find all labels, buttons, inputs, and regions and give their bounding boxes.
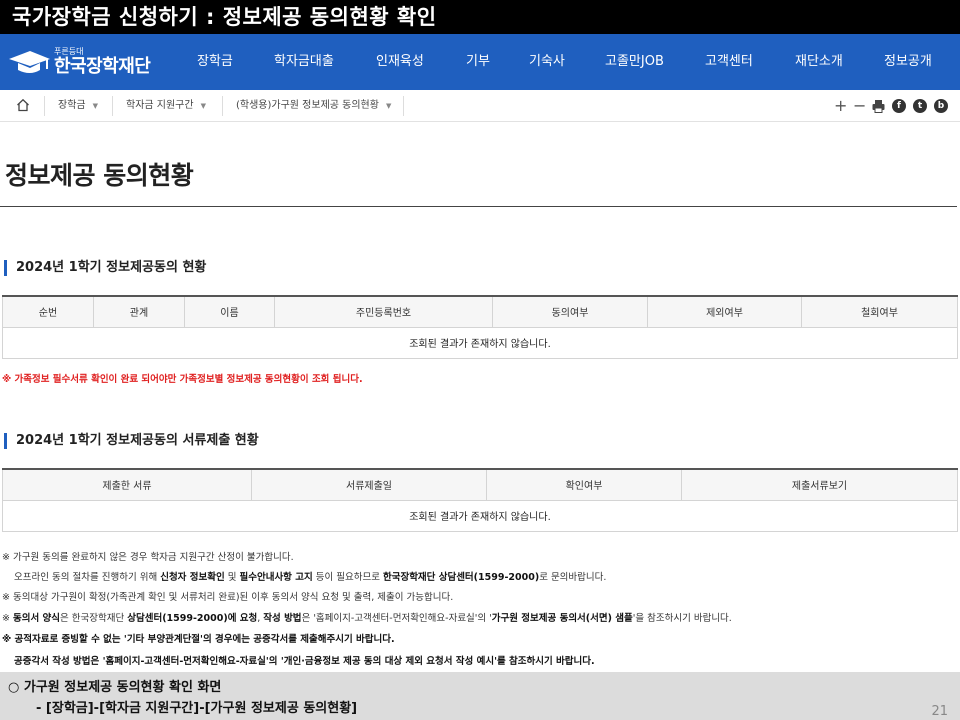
slide-title: 국가장학금 신청하기 : 정보제공 동의현황 확인 xyxy=(0,0,960,34)
column-header: 이름 xyxy=(184,295,275,328)
title-divider xyxy=(0,206,957,207)
breadcrumb-consent-status[interactable]: (학생용)가구원 정보제공 동의현황 ▼ xyxy=(236,90,391,122)
column-header: 관계 xyxy=(93,295,185,328)
table-header-row: 순번 관계 이름 주민등록번호 동의여부 제외여부 철회여부 xyxy=(2,295,958,328)
empty-result-message: 조회된 결과가 존재하지 않습니다. xyxy=(2,499,958,532)
logo-title: 한국장학재단 xyxy=(54,55,151,77)
notice-item: ※ 동의서 양식은 한국장학재단 상담센터(1599-2000)에 요청, 작성… xyxy=(2,613,732,624)
column-header: 제출한 서류 xyxy=(2,468,252,501)
print-icon[interactable] xyxy=(872,99,885,113)
slide-caption: ○ 가구원 정보제공 동의현황 확인 화면 - [장학금]-[학자금 지원구간]… xyxy=(0,672,960,720)
table-row: 조회된 결과가 존재하지 않습니다. xyxy=(2,326,958,359)
notice-item: 공증각서 작성 방법은 '홈페이지-고객센터-먼저확인해요-자료실'의 '개인·… xyxy=(14,656,595,667)
notice-item: ※ 동의대상 가구원이 확정(가족관계 확인 및 서류처리 완료)된 이후 동의… xyxy=(2,592,454,603)
notice-item: ※ 가구원 동의를 완료하지 않은 경우 학자금 지원구간 산정이 불가합니다. xyxy=(2,552,294,563)
breadcrumb-scholarship[interactable]: 장학금 ▼ xyxy=(58,90,98,122)
breadcrumb-divider xyxy=(222,96,223,116)
document-submission-table: 제출한 서류 서류제출일 확인여부 제출서류보기 조회된 결과가 존재하지 않습… xyxy=(2,468,958,532)
menu-scholarship[interactable]: 장학금 xyxy=(197,34,233,90)
section-title-document-submission: 2024년 1학기 정보제공동의 서류제출 현황 xyxy=(4,433,259,449)
breadcrumb-support-bracket[interactable]: 학자금 지원구간 ▼ xyxy=(126,90,206,122)
column-header: 확인여부 xyxy=(486,468,682,501)
column-header: 철회여부 xyxy=(801,295,958,328)
notice-item: ※ 공적자료로 증빙할 수 없는 '기타 부양관계단절'의 경우에는 공증각서를… xyxy=(2,634,395,645)
twitter-icon[interactable]: t xyxy=(913,99,927,113)
chevron-down-icon: ▼ xyxy=(200,102,206,110)
column-header: 서류제출일 xyxy=(251,468,487,501)
blog-icon[interactable]: b xyxy=(934,99,948,113)
caption-line: ○ 가구원 정보제공 동의현황 확인 화면 xyxy=(8,680,222,695)
table-header-row: 제출한 서류 서류제출일 확인여부 제출서류보기 xyxy=(2,468,958,501)
menu-about[interactable]: 재단소개 xyxy=(795,34,843,90)
menu-dormitory[interactable]: 기숙사 xyxy=(529,34,565,90)
empty-result-message: 조회된 결과가 존재하지 않습니다. xyxy=(2,326,958,359)
breadcrumb-divider xyxy=(403,96,404,116)
column-header: 제외여부 xyxy=(647,295,802,328)
family-info-warning: ※ 가족정보 필수서류 확인이 완료 되어야만 가족정보별 정보제공 동의현황이… xyxy=(2,374,363,385)
global-navigation: 푸른등대 한국장학재단 장학금 학자금대출 인재육성 기부 기숙사 고졸만JOB… xyxy=(0,34,960,90)
page-tools: + − f t b xyxy=(834,96,948,116)
zoom-in-icon[interactable]: + xyxy=(834,96,847,116)
graduation-cap-icon xyxy=(6,47,52,77)
notice-item: 오프라인 동의 절차를 진행하기 위해 신청자 정보확인 및 필수안내사항 고지… xyxy=(14,572,607,583)
home-icon[interactable] xyxy=(16,98,30,112)
zoom-out-icon[interactable]: − xyxy=(853,96,866,116)
caption-line: - [장학금]-[학자금 지원구간]-[가구원 정보제공 동의현황] xyxy=(36,701,358,716)
menu-disclosure[interactable]: 정보공개 xyxy=(884,34,932,90)
menu-talent[interactable]: 인재육성 xyxy=(376,34,424,90)
menu-donation[interactable]: 기부 xyxy=(466,34,490,90)
table-row: 조회된 결과가 존재하지 않습니다. xyxy=(2,499,958,532)
facebook-icon[interactable]: f xyxy=(892,99,906,113)
breadcrumb-divider xyxy=(112,96,113,116)
section-title-consent-status: 2024년 1학기 정보제공동의 현황 xyxy=(4,260,206,276)
breadcrumb-divider xyxy=(44,96,45,116)
menu-customer-center[interactable]: 고객센터 xyxy=(705,34,753,90)
chevron-down-icon: ▼ xyxy=(92,102,98,110)
column-header: 순번 xyxy=(2,295,94,328)
column-header: 주민등록번호 xyxy=(274,295,493,328)
chevron-down-icon: ▼ xyxy=(385,102,392,110)
site-logo[interactable]: 푸른등대 한국장학재단 xyxy=(6,42,151,82)
menu-student-loan[interactable]: 학자금대출 xyxy=(274,34,334,90)
consent-status-table: 순번 관계 이름 주민등록번호 동의여부 제외여부 철회여부 조회된 결과가 존… xyxy=(2,295,958,359)
column-header: 제출서류보기 xyxy=(681,468,958,501)
page-title: 정보제공 동의현황 xyxy=(5,161,194,190)
page-number: 21 xyxy=(931,704,948,719)
breadcrumb: 장학금 ▼ 학자금 지원구간 ▼ (학생용)가구원 정보제공 동의현황 ▼ + − f… xyxy=(0,90,960,122)
logo-subtitle: 푸른등대 xyxy=(54,46,84,56)
column-header: 동의여부 xyxy=(492,295,648,328)
menu-job[interactable]: 고졸만JOB xyxy=(605,34,664,90)
